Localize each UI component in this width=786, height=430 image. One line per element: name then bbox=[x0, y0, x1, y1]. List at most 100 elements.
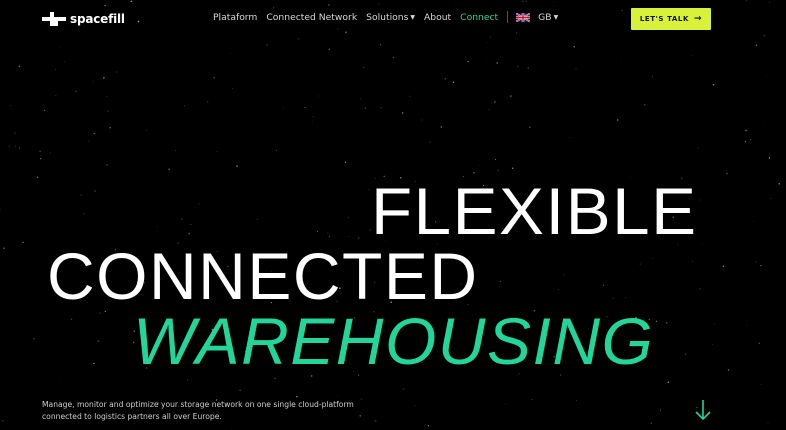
star bbox=[22, 241, 24, 244]
star bbox=[103, 77, 105, 79]
star bbox=[55, 95, 57, 96]
star bbox=[531, 399, 533, 401]
star bbox=[232, 88, 233, 89]
star bbox=[63, 61, 65, 63]
star bbox=[486, 42, 488, 44]
star bbox=[49, 152, 51, 154]
star bbox=[392, 56, 395, 59]
language-selector[interactable]: GB ▼ bbox=[516, 12, 558, 23]
page: spacefill Plataform Connected Network So… bbox=[0, 0, 786, 430]
star bbox=[15, 145, 16, 147]
star bbox=[767, 422, 769, 424]
star bbox=[576, 400, 578, 401]
nav-item-label: Solutions bbox=[366, 11, 409, 23]
star bbox=[726, 172, 728, 175]
star bbox=[187, 379, 189, 381]
star bbox=[194, 207, 196, 209]
star bbox=[44, 109, 46, 111]
star bbox=[496, 62, 499, 64]
star bbox=[75, 90, 77, 93]
nav-item-connected-network[interactable]: Connected Network bbox=[266, 12, 357, 23]
star bbox=[494, 101, 496, 103]
star bbox=[92, 81, 94, 83]
star bbox=[168, 168, 170, 170]
star bbox=[97, 340, 100, 342]
star bbox=[479, 164, 480, 166]
star bbox=[745, 129, 747, 132]
star bbox=[575, 68, 577, 70]
star bbox=[527, 67, 529, 69]
star bbox=[40, 158, 42, 160]
star bbox=[712, 83, 715, 86]
uk-flag-icon bbox=[516, 12, 531, 22]
star bbox=[213, 76, 216, 79]
star bbox=[296, 395, 298, 398]
star bbox=[763, 122, 765, 124]
lets-talk-button[interactable]: LET'S TALK → bbox=[631, 8, 711, 30]
star bbox=[509, 95, 512, 97]
star bbox=[317, 95, 319, 97]
star bbox=[467, 60, 469, 63]
star bbox=[486, 60, 488, 62]
hero-title-line-1: FLEXIBLE bbox=[371, 174, 698, 248]
star bbox=[497, 169, 499, 172]
star bbox=[402, 388, 405, 390]
star bbox=[229, 52, 231, 54]
star bbox=[348, 217, 349, 219]
star bbox=[180, 218, 183, 220]
hero-title-line-3: WAREHOUSING bbox=[133, 304, 655, 378]
star bbox=[380, 44, 382, 46]
star bbox=[401, 112, 404, 114]
star bbox=[312, 121, 313, 123]
star bbox=[380, 107, 382, 109]
star bbox=[429, 141, 431, 143]
star bbox=[529, 126, 531, 128]
star bbox=[488, 108, 490, 110]
star bbox=[93, 133, 95, 135]
nav-item-label: Plataform bbox=[213, 11, 258, 23]
star bbox=[511, 167, 514, 170]
star bbox=[2, 420, 4, 422]
nav-item-solutions[interactable]: Solutions ▼ bbox=[366, 12, 415, 23]
star bbox=[18, 65, 20, 68]
chevron-down-icon: ▼ bbox=[553, 13, 559, 21]
star bbox=[421, 119, 423, 121]
star bbox=[206, 101, 209, 103]
star bbox=[33, 337, 35, 340]
star bbox=[312, 115, 314, 118]
hero-description: Manage, monitor and optimize your storag… bbox=[42, 399, 354, 421]
star bbox=[106, 95, 108, 97]
nav-item-connect[interactable]: Connect bbox=[460, 12, 498, 23]
star bbox=[109, 127, 111, 129]
main-menu: Plataform Connected Network Solutions ▼ A… bbox=[213, 11, 567, 23]
nav-item-about[interactable]: About bbox=[424, 12, 451, 23]
brand-logo[interactable]: spacefill bbox=[42, 10, 125, 28]
nav-item-plataform[interactable]: Plataform bbox=[213, 12, 257, 23]
spacefill-logo-icon bbox=[42, 12, 66, 26]
star bbox=[216, 151, 218, 153]
star bbox=[10, 105, 11, 106]
star bbox=[304, 106, 306, 108]
star bbox=[444, 78, 447, 80]
star bbox=[146, 130, 147, 132]
chevron-down-icon: ▼ bbox=[410, 13, 415, 21]
star bbox=[198, 203, 200, 205]
star bbox=[107, 110, 109, 112]
star bbox=[768, 157, 771, 159]
star bbox=[94, 190, 96, 192]
star bbox=[3, 247, 5, 250]
star bbox=[517, 65, 519, 68]
star bbox=[36, 176, 39, 179]
star bbox=[427, 425, 430, 427]
star bbox=[337, 395, 338, 397]
star bbox=[573, 45, 575, 48]
star bbox=[282, 107, 284, 109]
star bbox=[236, 165, 238, 167]
star bbox=[440, 126, 443, 128]
star bbox=[621, 58, 622, 60]
star bbox=[750, 139, 752, 141]
star bbox=[14, 132, 16, 134]
star bbox=[190, 223, 192, 226]
scroll-down-arrow-icon[interactable] bbox=[695, 399, 711, 421]
star bbox=[760, 383, 762, 385]
